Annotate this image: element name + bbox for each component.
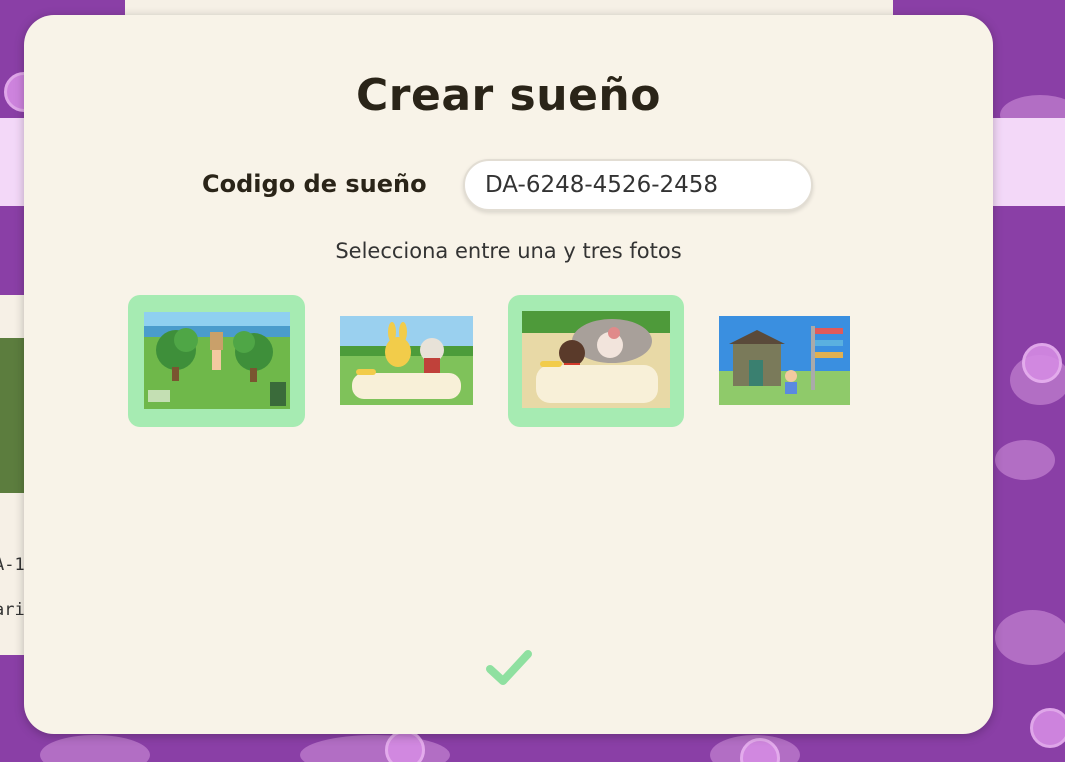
photo-option-1[interactable] [128, 295, 305, 427]
photo-option-3[interactable] [508, 295, 684, 427]
photo-thumbnail-island-trees [144, 312, 290, 409]
photo-thumbnail-villager-dialogue [340, 316, 473, 405]
rose-icon [385, 730, 425, 762]
rose-icon [1022, 343, 1062, 383]
photo-option-2[interactable] [340, 316, 473, 405]
modal-title: Crear sueño [356, 70, 661, 121]
create-dream-modal: Crear sueño Codigo de sueño Selecciona e… [24, 15, 993, 734]
check-icon[interactable] [485, 647, 533, 689]
background-photo [0, 338, 26, 493]
dream-code-label: Codigo de sueño [202, 170, 427, 198]
photo-thumbnail-villager-chat [522, 311, 670, 408]
rose-icon [1030, 708, 1065, 748]
background-stripe [0, 118, 26, 206]
background-stripe [993, 118, 1065, 206]
photo-thumbnail-town-building [719, 316, 850, 405]
background-text: ari [0, 600, 25, 620]
photo-option-4[interactable] [719, 316, 850, 405]
dream-code-input[interactable] [463, 159, 813, 211]
background-card [125, 0, 893, 15]
photo-selection-hint: Selecciona entre una y tres fotos [335, 239, 682, 263]
background-text: A-1 [0, 555, 25, 575]
background-cloud [300, 735, 450, 762]
background-cloud [995, 440, 1055, 480]
background-cloud [40, 735, 150, 762]
background-cloud [995, 610, 1065, 665]
